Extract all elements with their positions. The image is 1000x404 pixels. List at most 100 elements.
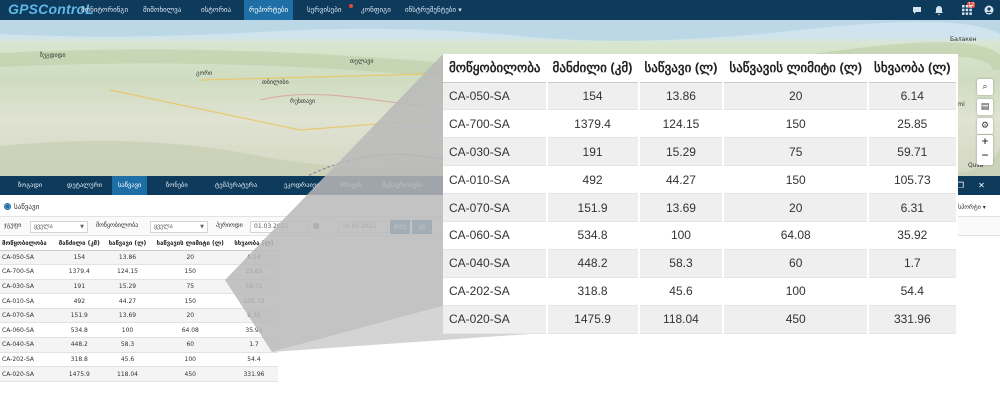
small-column-header[interactable]: საწვავის ლიმიტი (ლ)	[150, 238, 230, 251]
date-to-input[interactable]: 19.03.2021	[338, 221, 388, 233]
small-table-cell: 448.2	[54, 337, 105, 353]
tab-temperature[interactable]: ტემპერატურა	[209, 176, 263, 195]
zoomed-table-cell: 25.85	[868, 109, 958, 139]
small-table-cell: 58.3	[104, 337, 151, 353]
date-from-input[interactable]: 01.03.2021	[250, 221, 308, 233]
small-table-row[interactable]: CA-700-SA 1379.4 124.15 150 25.85	[0, 264, 278, 280]
chevron-down-icon: ▼	[200, 224, 204, 230]
tab-engine[interactable]: ძრავის	[334, 176, 368, 195]
zoomed-table-row[interactable]: CA-030-SA 191 15.29 75 59.71	[443, 137, 958, 167]
fuel-radio-label: საწვავი	[14, 203, 40, 211]
map-settings-icon[interactable]: ⚙	[977, 118, 993, 134]
small-table-cell: 6.31	[229, 308, 278, 324]
bell-icon[interactable]	[934, 5, 944, 15]
zoomed-table-cell: 105.73	[868, 165, 958, 195]
small-table-cell: 450	[150, 366, 230, 382]
small-table-cell: 100	[104, 322, 151, 339]
small-table-row[interactable]: CA-010-SA 492 44.27 150 105.73	[0, 293, 278, 309]
group-select[interactable]: ყველა ▼	[30, 221, 88, 233]
apps-grid-icon[interactable]	[962, 5, 972, 15]
small-table-row[interactable]: CA-060-SA 534.8 100 64.08 35.92	[0, 322, 278, 339]
small-table-cell: 13.69	[104, 308, 151, 324]
small-column-header[interactable]: საწვავი (ლ)	[104, 238, 151, 251]
small-table-cell: 118.04	[104, 366, 151, 382]
zoomed-table-cell: 100	[638, 221, 725, 250]
zoomed-table-cell: 35.92	[868, 221, 958, 250]
small-table-cell: CA-010-SA	[0, 293, 55, 309]
nav-monitoring[interactable]: მონიტორინგი	[76, 0, 133, 20]
nav-services[interactable]: სერვისები	[302, 0, 346, 20]
small-table-cell: 64.08	[150, 322, 230, 339]
small-table-cell: CA-040-SA	[0, 337, 55, 353]
small-table-row[interactable]: CA-030-SA 191 15.29 75 59.71	[0, 279, 278, 295]
small-table-row[interactable]: CA-040-SA 448.2 58.3 60 1.7	[0, 337, 278, 353]
zoom-in-icon[interactable]: +	[977, 135, 993, 150]
small-column-header[interactable]: მოწყობილობა	[0, 238, 55, 251]
zoomed-table-row[interactable]: CA-020-SA 1475.9 118.04 450 331.96	[443, 305, 958, 334]
zoomed-table-row[interactable]: CA-050-SA 154 13.86 20 6.14	[443, 82, 958, 111]
close-panel-icon[interactable]: ✕	[976, 180, 987, 191]
small-table-row[interactable]: CA-020-SA 1475.9 118.04 450 331.96	[0, 366, 278, 382]
nav-reports[interactable]: რეპორტები	[244, 0, 294, 20]
chat-icon[interactable]	[912, 5, 922, 15]
nav-history[interactable]: ისტორია	[196, 0, 236, 20]
tab-ecodrive[interactable]: ეკოდრაივი	[278, 176, 326, 195]
day-button[interactable]: დღე	[390, 220, 410, 234]
zoomed-column-header[interactable]: სხვაობა (ლ)	[868, 54, 957, 83]
week-button[interactable]: კვ	[412, 220, 432, 234]
zoomed-column-header[interactable]: საწვავი (ლ)	[638, 54, 724, 83]
zoomed-table-row[interactable]: CA-700-SA 1379.4 124.15 150 25.85	[443, 109, 958, 139]
zoomed-column-header[interactable]: მანძილი (კმ)	[546, 54, 639, 83]
tab-fuel[interactable]: საწვავი	[112, 176, 148, 195]
zoomed-table-row[interactable]: CA-202-SA 318.8 45.6 100 54.4	[443, 277, 958, 306]
small-column-header[interactable]: სხვაობა (ლ)	[229, 238, 278, 251]
zoomed-table-row[interactable]: CA-060-SA 534.8 100 64.08 35.92	[443, 221, 958, 250]
tab-detailed[interactable]: დეტალური	[61, 176, 108, 195]
nav-config[interactable]: კონფიგი	[356, 0, 396, 20]
radio-selected-icon[interactable]	[4, 203, 11, 210]
zoomed-column-header[interactable]: მოწყობილობა	[443, 54, 547, 83]
zoomed-table-cell: 13.86	[638, 82, 725, 111]
group-select-value: ყველა	[34, 223, 53, 230]
nav-overview[interactable]: მიმოხილვა	[138, 0, 186, 20]
tab-trips[interactable]: მგზავრობები	[376, 176, 429, 195]
small-table-cell: CA-030-SA	[0, 279, 55, 295]
nav-tools[interactable]: ინსტრუმენტები ▾	[400, 0, 467, 20]
zoomed-table-cell: 20	[723, 82, 870, 111]
small-column-header[interactable]: მანძილი (კმ)	[54, 238, 105, 251]
small-table-row[interactable]: CA-202-SA 318.8 45.6 100 54.4	[0, 352, 278, 368]
zoomed-table-cell: 492	[546, 165, 640, 195]
zoomed-table-cell: 154	[546, 82, 640, 111]
small-table-row[interactable]: CA-050-SA 154 13.86 20 6.14	[0, 250, 278, 266]
tab-general[interactable]: ზოგადი	[12, 176, 48, 195]
zoom-out-icon[interactable]: −	[977, 150, 993, 165]
zoomed-table-row[interactable]: CA-040-SA 448.2 58.3 60 1.7	[443, 249, 958, 278]
small-table-row[interactable]: CA-070-SA 151.9 13.69 20 6.31	[0, 308, 278, 324]
services-notification-dot	[349, 4, 353, 8]
zoomed-table-cell: 331.96	[868, 305, 958, 334]
small-table-cell: 318.8	[54, 352, 105, 368]
zoomed-column-header[interactable]: საწვავის ლიმიტი (ლ)	[723, 54, 869, 83]
zoomed-fuel-report-table: მოწყობილობა მანძილი (კმ) საწვავი (ლ) საწვავ…	[443, 54, 958, 334]
zoomed-table-cell: CA-030-SA	[443, 137, 548, 167]
small-table-cell: 60	[150, 337, 230, 353]
small-table-cell: 15.29	[104, 279, 151, 295]
small-table-cell: CA-020-SA	[0, 366, 55, 382]
map-layers-icon[interactable]: ▤	[977, 99, 993, 115]
vehicle-select[interactable]: ყველა ▼	[150, 221, 208, 233]
zoomed-table-row[interactable]: CA-010-SA 492 44.27 150 105.73	[443, 165, 958, 195]
zoomed-table-cell: CA-060-SA	[443, 221, 548, 250]
small-table-cell: CA-700-SA	[0, 264, 55, 280]
map-label-gori: გორი	[196, 70, 213, 77]
fuel-radio-option[interactable]: საწვავი	[4, 201, 39, 213]
zoomed-header-row: მოწყობილობა მანძილი (კმ) საწვავი (ლ) საწვავ…	[443, 54, 957, 83]
small-table-cell: CA-202-SA	[0, 352, 55, 368]
zoomed-table-row[interactable]: CA-070-SA 151.9 13.69 20 6.31	[443, 193, 958, 222]
map-search-icon[interactable]: ⌕	[977, 79, 993, 95]
small-table-cell: 25.85	[229, 264, 278, 280]
zoomed-table-cell: 1379.4	[546, 109, 640, 139]
user-avatar-icon[interactable]	[984, 5, 994, 15]
zoomed-table-cell: 6.14	[868, 82, 958, 111]
calendar-icon[interactable]: ▦	[313, 222, 320, 230]
tab-zones[interactable]: ზონები	[160, 176, 194, 195]
